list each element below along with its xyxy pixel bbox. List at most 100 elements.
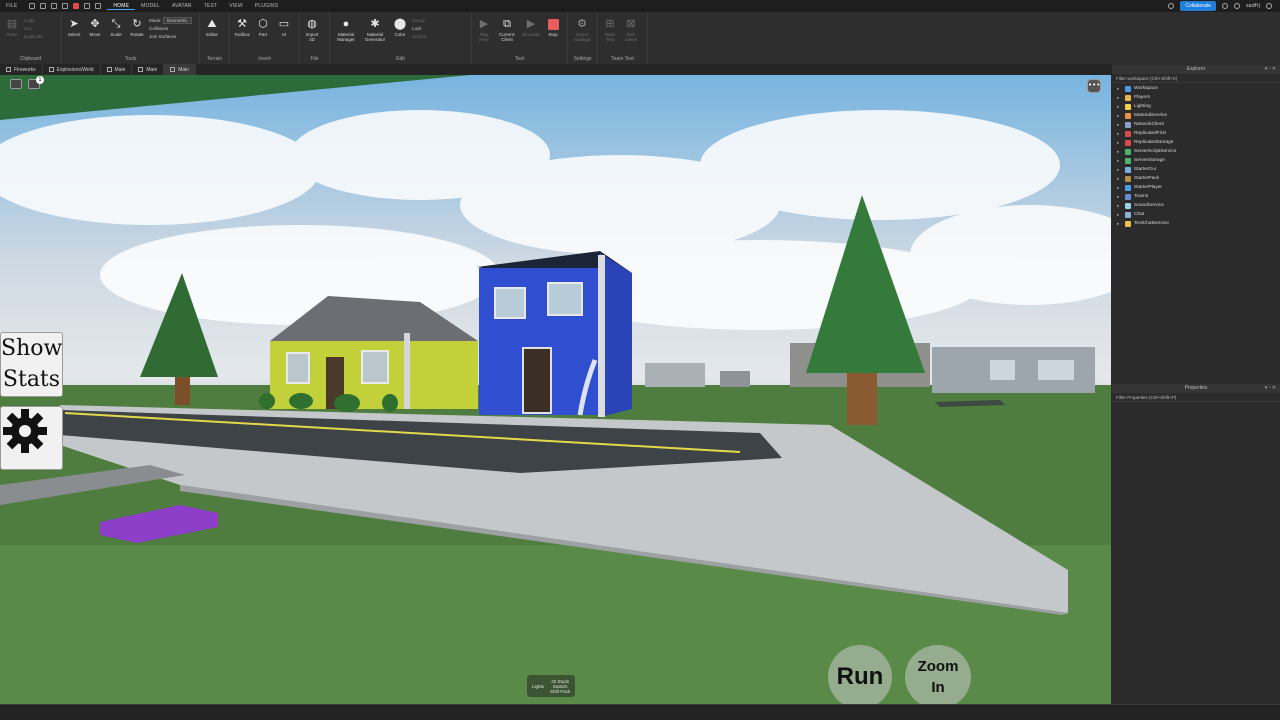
chat-toggle-icon[interactable]: 1: [28, 76, 44, 89]
toolbox-button[interactable]: ⚒ Toolbox: [233, 15, 251, 54]
tab-main-1[interactable]: Main: [101, 64, 133, 75]
duplicate-button[interactable]: Duplicate: [24, 34, 43, 39]
expand-arrow-icon[interactable]: ▸: [1117, 113, 1122, 119]
import3d-button[interactable]: ◍ Import 3D: [303, 15, 321, 54]
expand-arrow-icon[interactable]: ▸: [1117, 122, 1122, 128]
expand-arrow-icon[interactable]: ▸: [1117, 176, 1122, 182]
mode-dropdown[interactable]: Geometric: [162, 17, 192, 24]
team-test-button[interactable]: ⊞ Team Test: [601, 15, 619, 54]
explorer-item[interactable]: ▸ MaterialService: [1117, 111, 1280, 120]
settings-icon[interactable]: [1168, 3, 1175, 9]
tab-explosions-weld[interactable]: Explosions/Weld: [43, 64, 101, 75]
tab-fireworks[interactable]: Fireworks: [0, 64, 43, 75]
share-icon[interactable]: [1221, 3, 1228, 9]
expand-arrow-icon[interactable]: ▸: [1117, 221, 1122, 227]
run-button[interactable]: Run: [828, 645, 892, 704]
scale-button[interactable]: ⤡ Scale: [107, 15, 125, 54]
exit-game-button[interactable]: ⊠ Exit Game: [622, 15, 640, 54]
terrain-editor-button[interactable]: ⛰ Editor: [203, 15, 221, 54]
material-manager-button[interactable]: ● Material Manager: [333, 15, 359, 54]
expand-arrow-icon[interactable]: ▸: [1117, 194, 1122, 200]
current-client-button[interactable]: ⧉ Current: Client: [496, 15, 518, 54]
group-button[interactable]: Group: [412, 18, 426, 23]
expand-arrow-icon[interactable]: ▸: [1117, 185, 1122, 191]
tab-main-2[interactable]: Main: [132, 64, 165, 75]
stop-button[interactable]: Stop: [544, 15, 562, 54]
menu-view[interactable]: VIEW: [223, 3, 249, 9]
expand-arrow-icon[interactable]: ▸: [1117, 167, 1122, 173]
explorer-item[interactable]: ▸ ServerStorage: [1117, 156, 1280, 165]
move-button[interactable]: ✥ Move: [86, 15, 104, 54]
explorer-item[interactable]: ▸ TextChatService: [1117, 219, 1280, 228]
stop-icon[interactable]: [73, 3, 80, 9]
explorer-item[interactable]: ▸ Players: [1117, 93, 1280, 102]
save-icon[interactable]: [51, 3, 58, 9]
menu-model[interactable]: MODEL: [135, 3, 166, 9]
explorer-item[interactable]: ▸ StarterPack: [1117, 174, 1280, 183]
paste-button[interactable]: ▤ Paste: [3, 15, 21, 54]
color-button[interactable]: ⬤ Color: [391, 15, 409, 54]
undo-icon[interactable]: [84, 3, 91, 9]
material-generator-button[interactable]: ✱ Material Generator: [362, 15, 388, 54]
explorer-item[interactable]: ▸ SoundService: [1117, 201, 1280, 210]
anchor-button[interactable]: Anchor: [412, 34, 426, 39]
more-options-icon[interactable]: •••: [1087, 79, 1101, 93]
expand-arrow-icon[interactable]: ▸: [1117, 104, 1122, 110]
join-surfaces-checkbox[interactable]: Join Surfaces: [149, 34, 192, 39]
expand-arrow-icon[interactable]: ▸: [1117, 95, 1122, 101]
explorer-item[interactable]: ▸ Workspace: [1117, 84, 1280, 93]
menu-avatar[interactable]: AVATAR: [166, 3, 198, 9]
explorer-item[interactable]: ▸ NetworkClient: [1117, 120, 1280, 129]
tab-main-3[interactable]: Main: [164, 64, 197, 75]
user-name[interactable]: sadfrj: [1246, 3, 1260, 9]
explorer-item[interactable]: ▸ ReplicatedStorage: [1117, 138, 1280, 147]
collisions-checkbox[interactable]: Collisions: [149, 26, 192, 31]
explorer-item[interactable]: ▸ Lighting: [1117, 102, 1280, 111]
explorer-item[interactable]: ▸ Teams: [1117, 192, 1280, 201]
explorer-item[interactable]: ▸ Chat: [1117, 210, 1280, 219]
open-file-icon[interactable]: [40, 3, 47, 9]
panel-controls[interactable]: ▾ ▫ ✕: [1265, 384, 1276, 393]
play-here-button[interactable]: ▶ Play Here: [475, 15, 493, 54]
expand-arrow-icon[interactable]: ▸: [1117, 140, 1122, 146]
hud-mid[interactable]: 32 Studs Swatch Shift Pack: [550, 679, 570, 694]
explorer-item[interactable]: ▸ StarterGui: [1117, 165, 1280, 174]
menu-plugins[interactable]: PLUGINS: [249, 3, 284, 9]
explorer-item[interactable]: ▸ StarterPlayer: [1117, 183, 1280, 192]
menu-home[interactable]: HOME: [107, 3, 136, 10]
expand-arrow-icon[interactable]: ▸: [1117, 86, 1122, 92]
menu-test[interactable]: TEST: [198, 3, 224, 9]
game-viewport[interactable]: 1 ••• Show Stats Run Zoom In Lights 32 S…: [0, 75, 1111, 704]
expand-arrow-icon[interactable]: ▸: [1117, 212, 1122, 218]
menu-file[interactable]: FILE: [0, 3, 23, 9]
zoom-in-button[interactable]: Zoom In: [905, 645, 971, 704]
expand-arrow-icon[interactable]: ▸: [1117, 149, 1122, 155]
lock-button[interactable]: Lock: [412, 26, 426, 31]
explorer-filter-input[interactable]: Filter workspace (Ctrl+Shift+X): [1112, 74, 1280, 83]
rotate-button[interactable]: ↻ Rotate: [128, 15, 146, 54]
help-icon[interactable]: [1266, 3, 1272, 9]
play-icon[interactable]: [62, 3, 69, 9]
expand-arrow-icon[interactable]: ▸: [1117, 203, 1122, 209]
explorer-item[interactable]: ▸ ReplicatedFirst: [1117, 129, 1280, 138]
panel-controls[interactable]: ▾ ▫ ✕: [1265, 65, 1276, 74]
properties-filter-input[interactable]: Filter Properties (Ctrl+Shift+P): [1112, 393, 1280, 402]
notifications-icon[interactable]: [1233, 3, 1240, 9]
cut-button[interactable]: Cut: [24, 26, 43, 31]
game-settings-button[interactable]: ⚙ Game Settings: [571, 15, 593, 54]
expand-arrow-icon[interactable]: ▸: [1117, 131, 1122, 137]
ui-button[interactable]: ▭ UI: [275, 15, 293, 54]
hud-left-label[interactable]: Lights: [532, 684, 544, 689]
show-stats-button[interactable]: Show Stats: [0, 332, 63, 397]
explorer-item[interactable]: ▸ ServerScriptService: [1117, 147, 1280, 156]
simulate-button[interactable]: ▶ Simulate: [521, 15, 541, 54]
roblox-menu-icon[interactable]: [10, 79, 22, 89]
part-button[interactable]: ⬡ Part: [254, 15, 272, 54]
expand-arrow-icon[interactable]: ▸: [1117, 158, 1122, 164]
new-file-icon[interactable]: [29, 3, 36, 9]
collaborate-button[interactable]: Collaborate: [1180, 1, 1216, 11]
copy-button[interactable]: Copy: [24, 18, 43, 23]
settings-button[interactable]: [0, 406, 63, 470]
select-button[interactable]: ➤ Select: [65, 15, 83, 54]
redo-icon[interactable]: [95, 3, 102, 9]
